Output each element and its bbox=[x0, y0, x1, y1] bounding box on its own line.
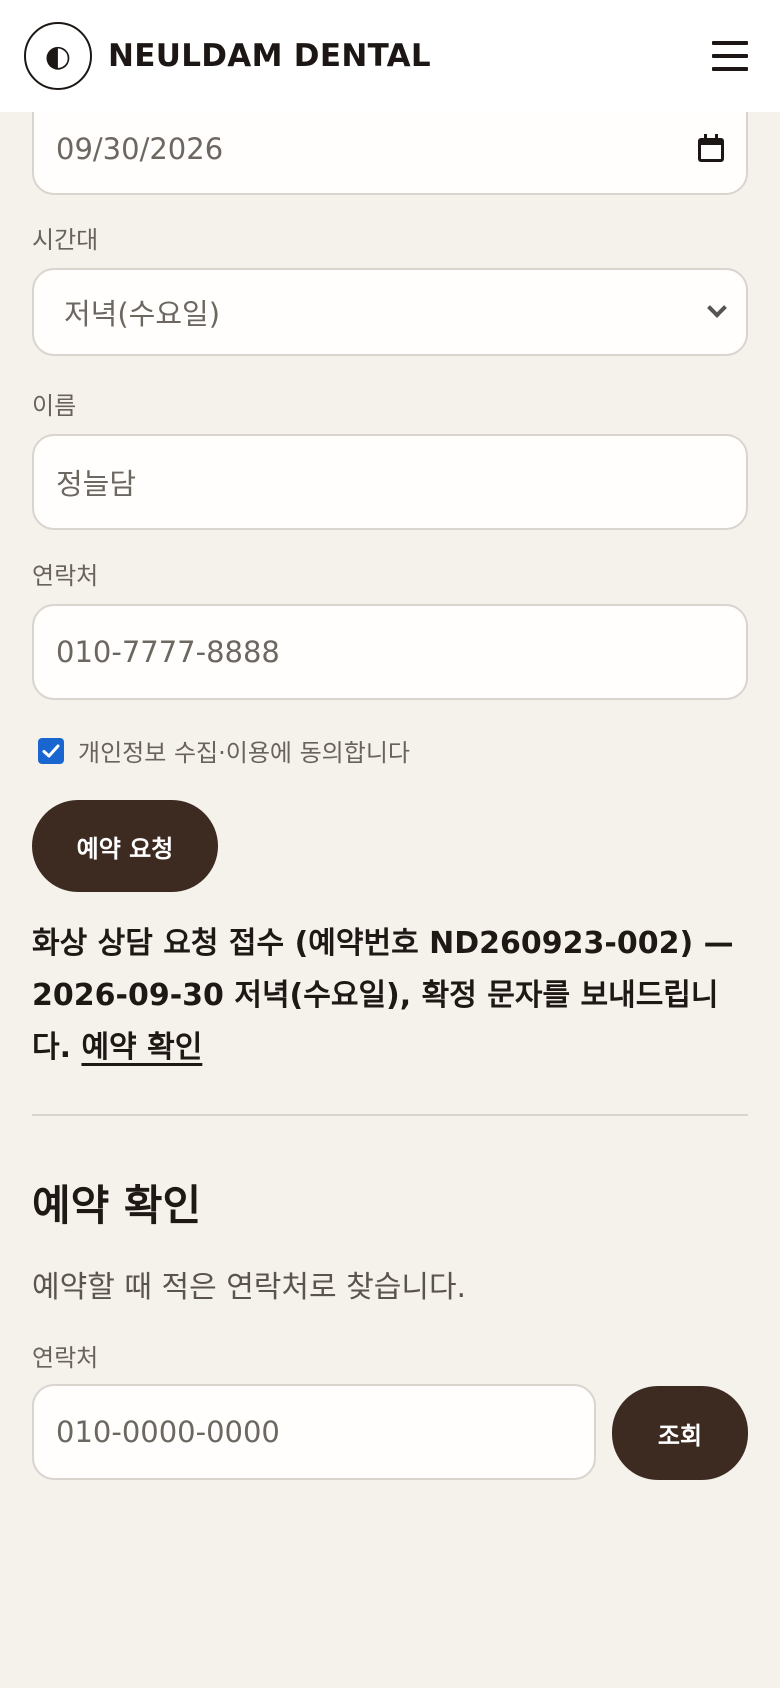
phone-input[interactable]: 010-7777-8888 bbox=[32, 604, 748, 700]
date-input[interactable]: 09/30/2026 bbox=[32, 103, 748, 195]
lookup-description: 예약할 때 적은 연락처로 찾습니다. bbox=[32, 1270, 467, 1305]
time-label: 시간대 bbox=[32, 226, 99, 254]
calendar-icon[interactable] bbox=[698, 134, 724, 162]
consent-label: 개인정보 수집·이용에 동의합니다 bbox=[78, 739, 411, 767]
name-label: 이름 bbox=[32, 392, 77, 420]
date-value: 09/30/2026 bbox=[56, 132, 224, 166]
site-header: ◐ NEULDAM DENTAL bbox=[0, 0, 780, 112]
consent-checkbox[interactable] bbox=[38, 737, 64, 764]
time-select[interactable]: 저녁(수요일) bbox=[32, 268, 748, 356]
name-value: 정늘담 bbox=[56, 467, 137, 501]
check-icon bbox=[42, 744, 60, 757]
time-select-value: 저녁(수요일) bbox=[64, 297, 221, 331]
consent-row: 개인정보 수집·이용에 동의합니다 bbox=[38, 733, 410, 768]
lookup-phone-label: 연락처 bbox=[32, 1344, 99, 1372]
logo-icon[interactable]: ◐ bbox=[24, 22, 92, 90]
phone-label: 연락처 bbox=[32, 562, 99, 590]
phone-value: 010-7777-8888 bbox=[56, 635, 280, 669]
lookup-search-button[interactable]: 조회 bbox=[612, 1386, 748, 1480]
reservation-check-link[interactable]: 예약 확인 bbox=[81, 1030, 202, 1065]
lookup-phone-placeholder: 010-0000-0000 bbox=[56, 1415, 280, 1449]
hamburger-menu-icon[interactable] bbox=[710, 36, 750, 76]
lookup-phone-input[interactable]: 010-0000-0000 bbox=[32, 1384, 596, 1480]
section-divider bbox=[32, 1114, 748, 1116]
chevron-down-icon bbox=[707, 298, 727, 318]
lookup-title: 예약 확인 bbox=[32, 1181, 202, 1230]
result-message: 화상 상담 요청 접수 (예약번호 ND260923-002) — 2026-0… bbox=[32, 918, 748, 1074]
reserve-request-button[interactable]: 예약 요청 bbox=[32, 800, 218, 892]
brand-name[interactable]: NEULDAM DENTAL bbox=[108, 38, 431, 74]
name-input[interactable]: 정늘담 bbox=[32, 434, 748, 530]
